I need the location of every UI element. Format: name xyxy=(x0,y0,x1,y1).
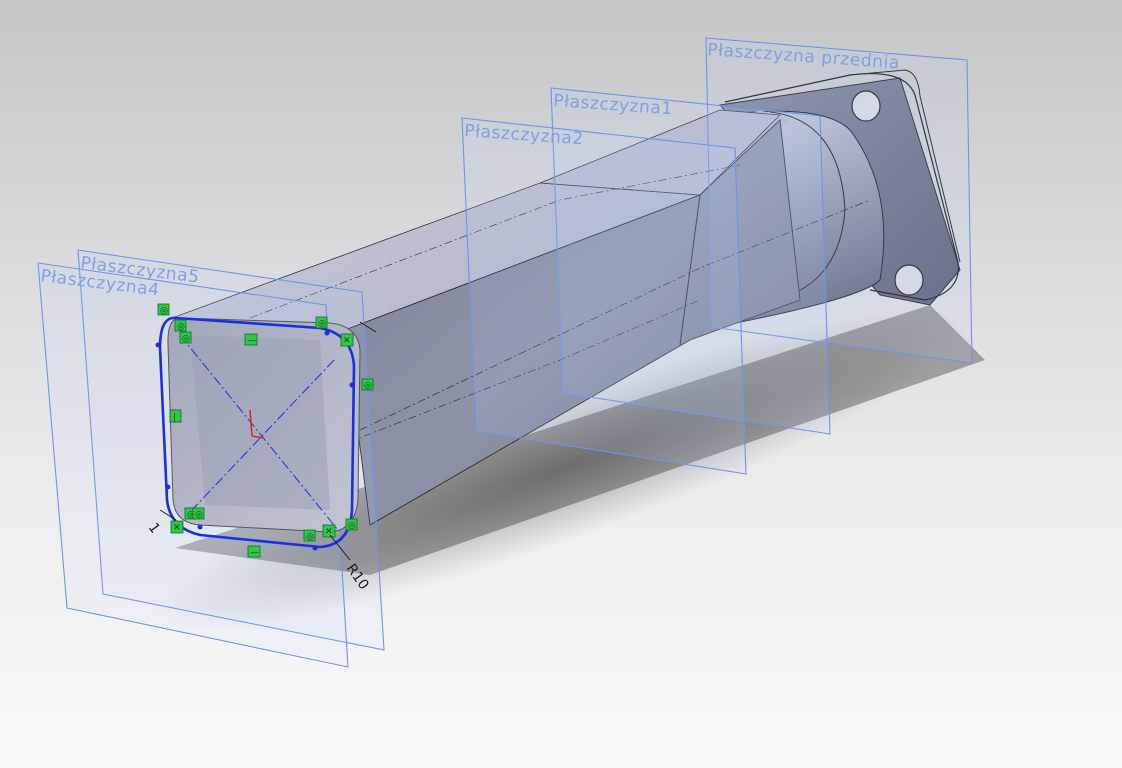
relation-icon-tangent[interactable]: ◎ xyxy=(192,507,205,520)
relation-icon-tangent[interactable]: ◎ xyxy=(157,303,170,316)
tube-opening[interactable] xyxy=(167,317,361,533)
sketch-point[interactable] xyxy=(155,342,161,348)
svg-text:—: — xyxy=(250,548,259,558)
sketch-point[interactable] xyxy=(165,484,171,490)
relation-icon-vertical[interactable]: | xyxy=(169,409,182,423)
relation-icon-tangent[interactable]: ◎ xyxy=(315,316,328,329)
svg-text:◎: ◎ xyxy=(160,306,168,316)
sketch-point[interactable] xyxy=(324,330,330,336)
sketch-point[interactable] xyxy=(197,524,203,530)
relation-icon-horizontal[interactable]: — xyxy=(244,333,258,346)
plane-2[interactable] xyxy=(461,117,747,475)
svg-text:✕: ✕ xyxy=(325,527,333,537)
relation-icon-coincident[interactable]: ✕ xyxy=(322,524,336,538)
svg-text:◎: ◎ xyxy=(195,510,203,520)
svg-text:✕: ✕ xyxy=(343,336,351,346)
relation-icon-coincident[interactable]: ✕ xyxy=(340,333,354,347)
model-scene[interactable]: ◎ ◎ ◎ — ◎ ✕ ◎ | ◎ ◎ ✕ — ◎ ✕ ◎ R10 1 Płas… xyxy=(0,0,1122,768)
svg-text:|: | xyxy=(173,413,176,423)
sketch-point[interactable] xyxy=(349,382,355,388)
relation-icon-tangent[interactable]: ◎ xyxy=(179,331,192,344)
sketch-point[interactable] xyxy=(312,545,318,551)
relation-icon-coincident[interactable]: ✕ xyxy=(170,520,184,534)
svg-text:◎: ◎ xyxy=(318,319,326,329)
relation-icon-tangent[interactable]: ◎ xyxy=(303,529,316,542)
svg-text:✕: ✕ xyxy=(173,523,181,533)
graphics-viewport[interactable]: ◎ ◎ ◎ — ◎ ✕ ◎ | ◎ ◎ ✕ — ◎ ✕ ◎ R10 1 Płas… xyxy=(0,0,1122,768)
svg-text:◎: ◎ xyxy=(182,334,190,344)
svg-text:—: — xyxy=(247,336,256,346)
relation-icon-horizontal[interactable]: — xyxy=(247,545,261,558)
svg-text:◎: ◎ xyxy=(348,521,356,531)
svg-text:◎: ◎ xyxy=(306,532,314,542)
svg-text:◎: ◎ xyxy=(364,381,372,391)
relation-icon-tangent[interactable]: ◎ xyxy=(174,319,187,332)
relation-icon-tangent[interactable]: ◎ xyxy=(361,378,374,391)
svg-text:◎: ◎ xyxy=(177,322,185,332)
relation-icon-tangent[interactable]: ◎ xyxy=(345,518,358,531)
